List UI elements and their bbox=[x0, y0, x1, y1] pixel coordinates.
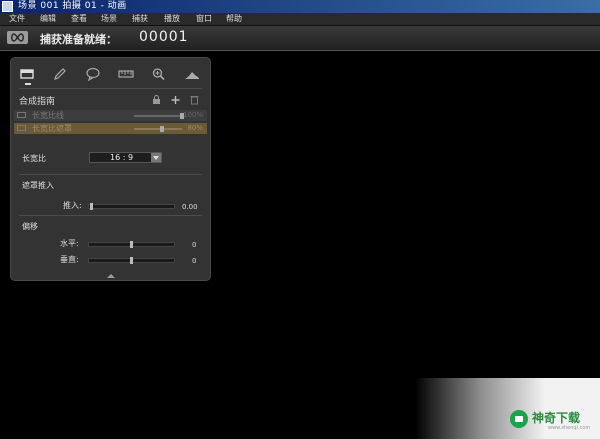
watermark-text: 神奇下载 bbox=[532, 411, 581, 425]
menu-window[interactable]: 窗口 bbox=[196, 13, 212, 25]
menu-scene[interactable]: 场景 bbox=[101, 13, 117, 25]
app-icon bbox=[2, 1, 13, 12]
push-label: 推入: bbox=[63, 201, 82, 210]
mask-push-title: 遮罩推入 bbox=[22, 181, 54, 190]
zoom-tool-icon bbox=[152, 68, 165, 81]
menu-edit[interactable]: 编辑 bbox=[40, 13, 56, 25]
tab-zoom[interactable] bbox=[147, 63, 173, 87]
track-row[interactable]: 长宽比线 100% bbox=[14, 110, 207, 121]
composite-guide-title: 合成指南 bbox=[19, 97, 56, 107]
capture-frame-count: 00001 bbox=[139, 29, 189, 45]
horizontal-slider[interactable] bbox=[88, 241, 175, 248]
aspect-ratio-select[interactable]: 16 : 9 bbox=[89, 152, 162, 163]
collapse-arrow-icon[interactable] bbox=[107, 274, 115, 278]
divider bbox=[19, 174, 202, 175]
chevron-down-icon bbox=[151, 153, 161, 162]
horizontal-slider-knob[interactable] bbox=[130, 241, 133, 248]
offset-title: 偏移 bbox=[22, 222, 38, 231]
lock-icon[interactable] bbox=[152, 95, 161, 107]
track-opacity-slider[interactable] bbox=[134, 115, 182, 117]
pencil-tool-icon bbox=[54, 68, 66, 80]
push-slider[interactable] bbox=[88, 203, 175, 210]
tool-tabs bbox=[11, 63, 210, 91]
window-titlebar: 场景 001 拍摄 01 - 动画 bbox=[0, 0, 600, 13]
horizontal-label: 水平: bbox=[60, 239, 79, 248]
capture-bar: 捕获准备就绪： 00001 bbox=[0, 26, 600, 51]
frame-tool-icon bbox=[20, 69, 34, 79]
track-thumb-icon bbox=[17, 125, 26, 131]
horizontal-value: 0 bbox=[192, 241, 197, 249]
track-label: 长宽比线 bbox=[32, 111, 64, 120]
levels-tool-icon bbox=[185, 72, 199, 79]
track-percent: 100% bbox=[182, 111, 203, 119]
track-opacity-knob[interactable] bbox=[160, 126, 164, 132]
track-thumb-icon bbox=[17, 112, 26, 118]
track-row-selected[interactable]: 长宽比遮罩 80% bbox=[14, 123, 207, 134]
menu-capture[interactable]: 捕获 bbox=[132, 13, 148, 25]
vertical-label: 垂直: bbox=[60, 255, 79, 264]
ruler-tool-icon bbox=[118, 70, 134, 78]
track-opacity-slider[interactable] bbox=[134, 128, 182, 130]
track-percent: 80% bbox=[187, 124, 203, 132]
add-icon[interactable] bbox=[171, 95, 180, 107]
push-slider-knob[interactable] bbox=[90, 203, 93, 210]
tab-ruler[interactable] bbox=[114, 63, 140, 87]
menu-view[interactable]: 查看 bbox=[71, 13, 87, 25]
menu-help[interactable]: 帮助 bbox=[226, 13, 242, 25]
watermark-url: www.shenqi.com bbox=[548, 425, 591, 431]
tab-frame[interactable] bbox=[15, 63, 41, 87]
menu-file[interactable]: 文件 bbox=[9, 13, 25, 25]
loop-icon bbox=[11, 33, 24, 42]
tab-levels[interactable] bbox=[180, 63, 206, 87]
aspect-ratio-label: 长宽比 bbox=[22, 154, 46, 163]
window-title: 场景 001 拍摄 01 - 动画 bbox=[18, 1, 127, 11]
aspect-ratio-value: 16 : 9 bbox=[110, 153, 134, 162]
track-label: 长宽比遮罩 bbox=[32, 124, 72, 133]
divider bbox=[19, 215, 202, 216]
loop-button[interactable] bbox=[7, 31, 28, 44]
vertical-slider-knob[interactable] bbox=[130, 257, 133, 264]
tab-comment[interactable] bbox=[81, 63, 107, 87]
tab-pencil[interactable] bbox=[48, 63, 74, 87]
push-value: 0.00 bbox=[182, 203, 198, 211]
vertical-slider[interactable] bbox=[88, 257, 175, 264]
comment-tool-icon bbox=[86, 67, 100, 81]
menu-playback[interactable]: 播放 bbox=[164, 13, 180, 25]
composite-guide-panel: 合成指南 长宽比线 100% 长宽比遮罩 80% 长宽比 16 : 9 遮罩推入… bbox=[10, 57, 211, 281]
watermark-logo-icon bbox=[510, 410, 528, 428]
trash-icon[interactable] bbox=[190, 95, 199, 107]
capture-status: 捕获准备就绪： bbox=[40, 33, 117, 46]
divider bbox=[19, 88, 202, 89]
vertical-value: 0 bbox=[192, 257, 197, 265]
menu-bar: 文件 编辑 查看 场景 捕获 播放 窗口 帮助 bbox=[0, 13, 600, 26]
